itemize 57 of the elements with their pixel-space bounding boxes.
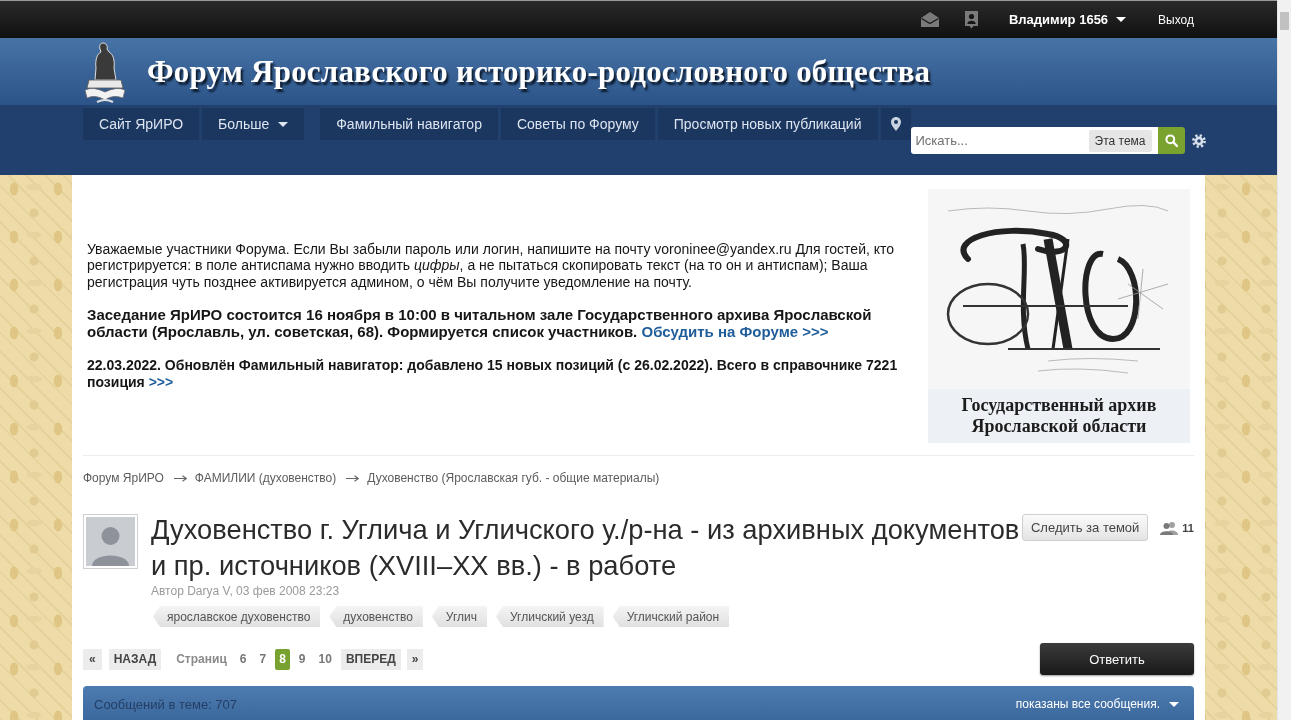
location-button[interactable] xyxy=(880,108,911,140)
tag-link[interactable]: ярославское духовенство xyxy=(153,606,321,627)
search-field[interactable]: Искать... Эта тема xyxy=(910,127,1158,154)
logout-link[interactable]: Выход xyxy=(1158,12,1194,27)
topic-byline: Автор Darya V, 03 фев 2008 23:23 xyxy=(151,584,341,598)
person-card-icon[interactable] xyxy=(963,10,979,29)
user-menu-button[interactable]: Владимир 1656 xyxy=(1008,12,1127,27)
breadcrumb-link[interactable]: Форум ЯрИРО xyxy=(83,471,164,485)
arrow-icon xyxy=(173,474,187,482)
follower-count: 11 xyxy=(1182,521,1194,534)
banner-caption: Государственный архив Ярославской области xyxy=(928,388,1190,443)
pages-label: Страниц xyxy=(176,652,227,666)
next-page-button[interactable]: ВПЕРЕД xyxy=(340,648,401,670)
nav-dropdown[interactable]: Больше xyxy=(202,108,305,140)
announcement-text: Уважаемые участники Форума. Если Вы забыли пароль или логин, напишите на почту voroninee@yandex.ru Для гостей, кто регистрируется: в поле антиспама нужно вводить цифры, а не пытаться скопировать текст (на то он и антиспам); Ваша регистрация чуть позднее активируется админом, о чём Вы получите уведомление на почту. xyxy=(87,240,896,291)
tag-link[interactable]: Угличский район xyxy=(612,606,730,627)
caret-icon xyxy=(1116,17,1127,22)
scrollbar-thumb[interactable] xyxy=(1280,12,1289,30)
page-link[interactable]: 9 xyxy=(294,648,310,670)
page-link[interactable]: 10 xyxy=(314,648,336,670)
site-title: Форум Ярославского историко-родословного общества xyxy=(147,52,931,91)
first-page-link[interactable]: « xyxy=(83,648,102,670)
announcement-link[interactable]: Обсудить на Форуме >>> xyxy=(641,322,829,340)
tag-link[interactable]: Углич xyxy=(431,606,487,627)
caret-icon xyxy=(1169,701,1179,707)
search-scope-button[interactable]: Эта тема xyxy=(1088,129,1152,152)
announcement-link[interactable]: >>> xyxy=(148,373,174,390)
settings-icon[interactable] xyxy=(1191,133,1206,148)
people-icon xyxy=(1159,520,1180,535)
page-link[interactable]: 6 xyxy=(235,648,251,670)
nav-link[interactable]: Просмотр новых публикаций xyxy=(657,108,878,140)
filter-dropdown[interactable]: показаны все сообщения. xyxy=(1015,697,1179,711)
reply-button[interactable]: Ответить xyxy=(1040,643,1194,675)
search-icon xyxy=(1164,134,1178,147)
announcement-text: Заседание ЯрИРО состоится 16 ноября в 10:00 в читальном зале Государственного архива Ярославской области (Ярославль, ул. советская, 68). Формируется список участников. Обсудить на Форуме >>> xyxy=(87,307,873,341)
archive-banner[interactable]: Государственный архив Ярославской области xyxy=(928,188,1190,443)
nav-link[interactable]: Советы по Форуму xyxy=(500,108,655,140)
nav-link[interactable]: Фамильный навигатор xyxy=(320,108,498,140)
arrow-icon xyxy=(346,474,360,482)
breadcrumb-link[interactable]: Духовенство (Ярославская губ. - общие материалы) xyxy=(367,471,660,485)
previous-page-button[interactable]: НАЗАД xyxy=(108,648,162,670)
nav-link[interactable]: Сайт ЯрИРО xyxy=(83,108,200,140)
avatar-icon[interactable] xyxy=(83,514,138,569)
statue-icon[interactable] xyxy=(83,39,127,104)
breadcrumb-link[interactable]: ФАМИЛИИ (духовенство) xyxy=(194,471,337,485)
topic-title: Духовенство г. Углича и Угличского у./р-на - из архивных документов и пр. источников (XVIII–XX вв.) - в работе xyxy=(151,513,1020,583)
post-count: Сообщений в теме: 707 xyxy=(94,696,238,712)
tag-link[interactable]: духовенство xyxy=(329,606,423,627)
follow-button[interactable]: Следить за темой xyxy=(1022,514,1149,541)
page-link[interactable]: 7 xyxy=(255,648,271,670)
tag-link[interactable]: Угличский уезд xyxy=(496,606,604,627)
caret-icon xyxy=(278,121,289,127)
search-button[interactable] xyxy=(1157,127,1185,154)
envelope-icon[interactable] xyxy=(919,11,940,28)
last-page-link[interactable]: » xyxy=(406,648,424,670)
announcement-text: 22.03.2022. Обновлён Фамильный навигатор: добавлено 15 новых позиций (с 26.02.2022). Всего в справочнике 7221 позиция >>> xyxy=(87,357,899,391)
map-pin-icon xyxy=(890,117,901,131)
